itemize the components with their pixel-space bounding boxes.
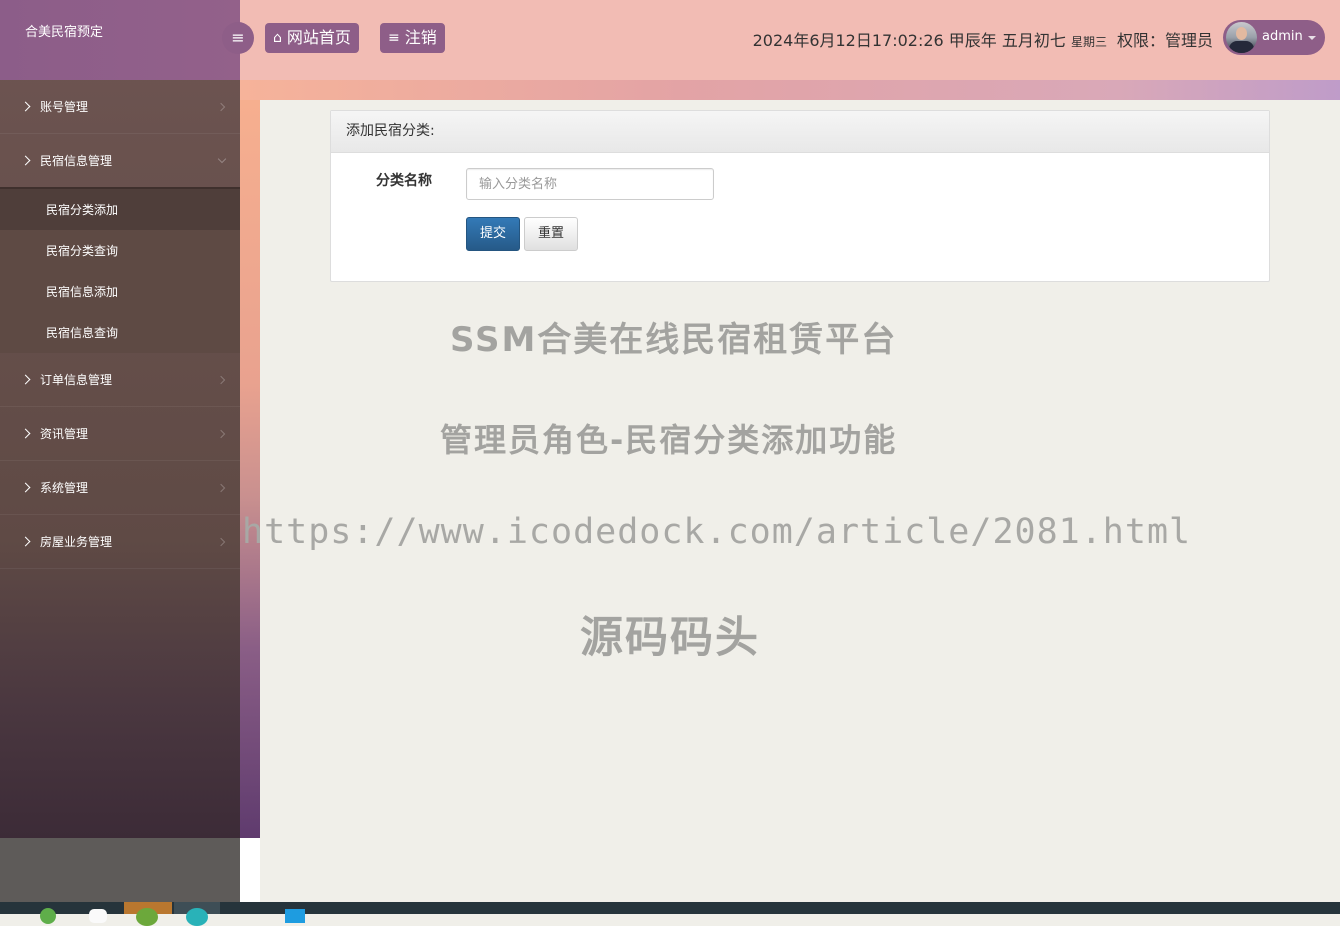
chevron-down-icon	[217, 154, 227, 163]
sidebar-item-orders[interactable]: 订单信息管理	[0, 353, 240, 407]
sidebar-item-account[interactable]: 账号管理	[0, 80, 240, 134]
sidebar-item-label: 民宿信息管理	[40, 154, 113, 168]
website-home-label: 网站首页	[286, 28, 351, 47]
submit-button[interactable]: 提交	[466, 217, 520, 251]
sidebar-subitem-info-add[interactable]: 民宿信息添加	[0, 271, 240, 312]
chevron-right-icon	[216, 102, 226, 111]
sidebar-item-news[interactable]: 资讯管理	[0, 407, 240, 461]
sidebar-item-system[interactable]: 系统管理	[0, 461, 240, 515]
taskbar-app-icon[interactable]	[124, 902, 172, 926]
sidebar: 合美民宿预定 账号管理 民宿信息管理 民宿分类添加 民宿分类查询 民宿信息添加 …	[0, 0, 240, 838]
watermark-subtitle: 管理员角色-民宿分类添加功能	[440, 421, 898, 459]
sidebar-nav: 账号管理 民宿信息管理 民宿分类添加 民宿分类查询 民宿信息添加 民宿信息查询 …	[0, 80, 240, 569]
hamburger-icon: ≡	[231, 28, 245, 47]
watermark-title: SSM合美在线民宿租赁平台	[450, 320, 898, 360]
home-icon: ⌂	[273, 30, 282, 46]
caret-down-icon	[1308, 36, 1316, 40]
chevron-right-icon	[20, 101, 31, 111]
avatar	[1226, 22, 1257, 53]
sidebar-subitem-info-query[interactable]: 民宿信息查询	[0, 312, 240, 353]
taskbar	[0, 902, 1340, 926]
sidebar-submenu: 民宿分类添加 民宿分类查询 民宿信息添加 民宿信息查询	[0, 189, 240, 353]
weekday-text: 星期三	[1070, 35, 1107, 49]
app-title: 合美民宿预定	[25, 25, 104, 40]
sidebar-item-label: 资讯管理	[40, 427, 89, 441]
chevron-right-icon	[20, 155, 31, 165]
chevron-right-icon	[20, 428, 31, 438]
add-category-panel: 添加民宿分类: 分类名称 提交 重置	[330, 110, 1270, 282]
sidebar-item-homestay-info[interactable]: 民宿信息管理	[0, 134, 240, 189]
chevron-right-icon	[216, 537, 226, 546]
taskbar-app-icon[interactable]	[36, 902, 60, 924]
taskbar-app-icon[interactable]	[86, 902, 110, 923]
sidebar-item-label: 订单信息管理	[40, 373, 113, 387]
reset-button[interactable]: 重置	[524, 217, 578, 251]
sidebar-item-label: 系统管理	[40, 481, 89, 495]
watermark-url: https://www.icodedock.com/article/2081.h…	[242, 512, 1192, 552]
taskbar-app-icon[interactable]	[283, 902, 307, 923]
chevron-right-icon	[216, 375, 226, 384]
sidebar-item-label: 账号管理	[40, 100, 89, 114]
chevron-right-icon	[216, 429, 226, 438]
brand-bar: 合美民宿预定	[0, 0, 240, 80]
sidebar-footer	[0, 838, 240, 902]
website-home-button[interactable]: ⌂ 网站首页	[265, 23, 359, 53]
decorative-edge	[240, 80, 260, 838]
datetime-display: 2024年6月12日17:02:26 甲辰年 五月初七 星期三	[753, 27, 1107, 51]
menu-toggle-button[interactable]: ≡	[222, 22, 254, 54]
username: admin	[1262, 29, 1303, 44]
list-icon: ≡	[388, 30, 400, 46]
user-menu-button[interactable]: admin	[1223, 20, 1325, 55]
header-gradient-band	[240, 80, 1340, 100]
chevron-right-icon	[20, 374, 31, 384]
watermark-brand: 源码码头	[580, 613, 760, 663]
permission-text: 权限：管理员	[1117, 31, 1214, 50]
sidebar-subitem-category-query[interactable]: 民宿分类查询	[0, 230, 240, 271]
category-name-label: 分类名称	[376, 173, 432, 189]
datetime-text: 2024年6月12日17:02:26 甲辰年 五月初七	[752, 31, 1066, 50]
sidebar-item-label: 房屋业务管理	[40, 535, 113, 549]
chevron-right-icon	[20, 482, 31, 492]
taskbar-app-icon[interactable]	[174, 902, 220, 926]
sidebar-subitem-category-add[interactable]: 民宿分类添加	[0, 189, 240, 230]
decorative-edge-bottom	[240, 838, 260, 902]
logout-label: 注销	[404, 28, 437, 47]
logout-button[interactable]: ≡ 注销	[380, 23, 445, 53]
chevron-right-icon	[216, 483, 226, 492]
sidebar-item-housing[interactable]: 房屋业务管理	[0, 515, 240, 569]
panel-title: 添加民宿分类:	[331, 111, 1269, 153]
chevron-right-icon	[20, 536, 31, 546]
category-name-input[interactable]	[466, 168, 714, 200]
